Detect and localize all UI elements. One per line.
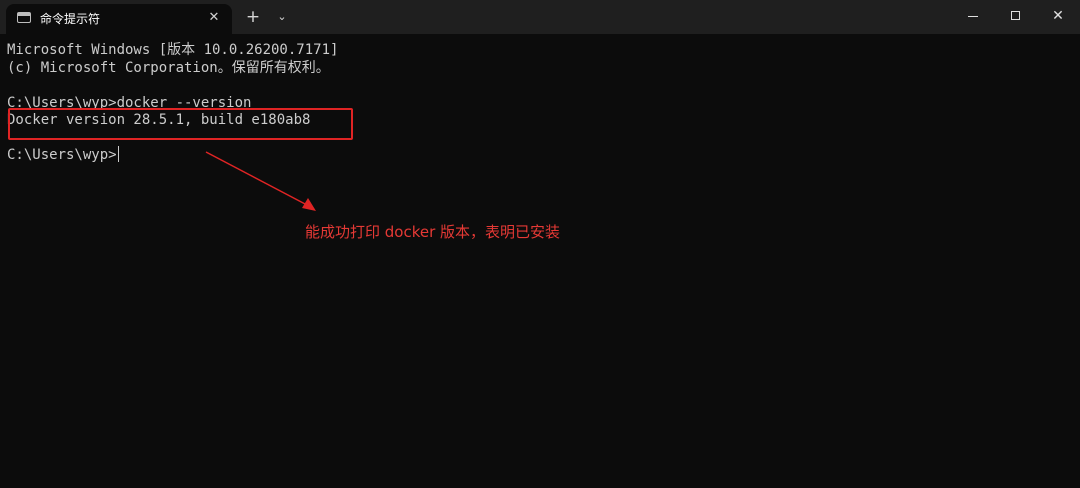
maximize-icon: [1011, 11, 1020, 20]
annotation-label: 能成功打印 docker 版本，表明已安装: [305, 223, 561, 241]
terminal-prompt: C:\Users\wyp>: [7, 147, 117, 163]
terminal-line: Microsoft Windows [版本 10.0.26200.7171]: [7, 42, 339, 58]
terminal-line: (c) Microsoft Corporation。保留所有权利。: [7, 60, 330, 76]
new-tab-icon[interactable]: +: [244, 7, 262, 27]
chevron-down-icon[interactable]: ⌄: [274, 9, 290, 25]
arrow-shaft: [205, 151, 308, 206]
terminal-icon: [17, 12, 31, 23]
minimize-button[interactable]: [950, 0, 996, 34]
tab-title: 命令提示符: [40, 12, 101, 26]
close-window-button[interactable]: ✕: [1034, 0, 1080, 34]
minimize-icon: [968, 16, 978, 17]
tab-command-prompt[interactable]: 命令提示符 ✕: [6, 4, 232, 34]
tab-close-icon[interactable]: ✕: [206, 10, 222, 26]
maximize-button[interactable]: [992, 0, 1038, 34]
annotation-highlight-box: [8, 108, 353, 140]
close-icon: ✕: [1052, 8, 1064, 24]
title-bar: 命令提示符 ✕ + ⌄ ✕: [0, 0, 1080, 34]
terminal-prompt-line[interactable]: C:\Users\wyp>: [7, 146, 119, 164]
text-cursor: [117, 146, 119, 162]
terminal-window: 命令提示符 ✕ + ⌄ ✕ Microsoft Windows [版本 10.0…: [0, 0, 1080, 488]
arrow-head: [302, 198, 316, 211]
